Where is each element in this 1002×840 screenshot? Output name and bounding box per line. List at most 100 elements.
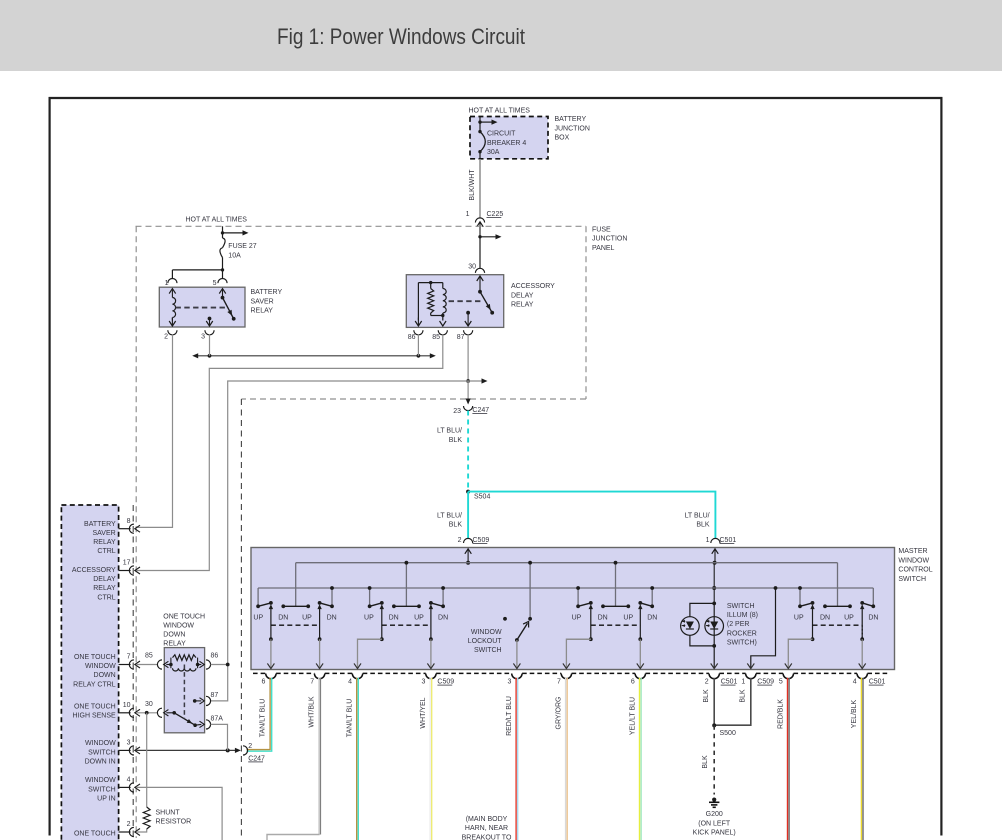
svg-text:SHUNT: SHUNT (156, 810, 181, 817)
svg-text:BREAKER 4: BREAKER 4 (487, 140, 526, 147)
svg-text:4: 4 (348, 679, 352, 686)
svg-text:S500: S500 (720, 730, 736, 737)
svg-text:UP: UP (572, 614, 582, 621)
svg-text:17: 17 (123, 560, 131, 567)
svg-text:BLK: BLK (449, 522, 463, 529)
svg-text:3: 3 (421, 679, 425, 686)
svg-text:BLK: BLK (449, 437, 463, 444)
svg-text:WINDOW: WINDOW (163, 622, 194, 629)
svg-text:C247: C247 (472, 407, 489, 414)
svg-text:HOT AT ALL TIMES: HOT AT ALL TIMES (186, 217, 248, 224)
svg-text:DN: DN (647, 614, 657, 621)
svg-text:(MAIN BODY: (MAIN BODY (466, 816, 508, 823)
svg-text:HOT AT ALL TIMES: HOT AT ALL TIMES (469, 108, 531, 115)
svg-text:HARN, NEAR: HARN, NEAR (465, 825, 508, 832)
svg-text:RELAY: RELAY (511, 302, 534, 309)
svg-text:RELAY: RELAY (93, 585, 116, 592)
svg-text:10: 10 (123, 702, 131, 709)
svg-text:85: 85 (432, 334, 440, 341)
svg-text:DELAY: DELAY (93, 576, 116, 583)
svg-text:23: 23 (453, 408, 461, 415)
svg-text:LT BLU/: LT BLU/ (437, 428, 462, 435)
svg-text:SAVER: SAVER (251, 298, 274, 305)
svg-text:YEL/LT BLU: YEL/LT BLU (629, 697, 636, 735)
svg-text:CONTROL: CONTROL (898, 567, 932, 574)
svg-text:7: 7 (557, 679, 561, 686)
svg-text:DOWN: DOWN (94, 672, 116, 679)
svg-text:Fig 1: Power Windows Circuit: Fig 1: Power Windows Circuit (277, 24, 525, 49)
svg-text:WINDOW: WINDOW (898, 557, 929, 564)
svg-text:UP: UP (302, 614, 312, 621)
svg-text:4: 4 (853, 679, 857, 686)
svg-text:LT BLU/: LT BLU/ (685, 513, 710, 520)
svg-text:4: 4 (127, 777, 131, 784)
svg-text:DN: DN (438, 614, 448, 621)
svg-text:CTRL: CTRL (97, 594, 115, 601)
svg-text:SWITCH: SWITCH (474, 647, 502, 654)
svg-text:YEL/BLK: YEL/BLK (851, 699, 858, 728)
svg-text:30A: 30A (487, 149, 500, 156)
svg-text:BLK: BLK (696, 522, 710, 529)
svg-text:BATTERY: BATTERY (555, 116, 587, 123)
svg-text:UP: UP (623, 614, 633, 621)
svg-text:BLK/WHT: BLK/WHT (469, 169, 476, 201)
svg-text:ONE TOUCH: ONE TOUCH (74, 831, 116, 838)
svg-text:ACCESSORY: ACCESSORY (72, 567, 116, 574)
svg-text:RED/BLK: RED/BLK (777, 699, 784, 729)
svg-text:SWITCH): SWITCH) (727, 640, 757, 647)
svg-text:UP: UP (794, 614, 804, 621)
svg-text:RELAY: RELAY (251, 308, 274, 315)
svg-text:C501: C501 (721, 679, 738, 686)
svg-text:2: 2 (164, 334, 168, 341)
svg-text:WINDOW: WINDOW (85, 740, 116, 747)
svg-text:5: 5 (213, 280, 217, 287)
svg-text:C501: C501 (720, 537, 737, 544)
svg-text:WINDOW: WINDOW (471, 629, 502, 636)
svg-text:RELAY: RELAY (93, 539, 116, 546)
svg-text:BLK: BLK (702, 755, 709, 769)
svg-text:RELAY CTRL: RELAY CTRL (73, 681, 116, 688)
svg-text:87: 87 (457, 334, 465, 341)
svg-text:1: 1 (741, 679, 745, 686)
svg-text:JUNCTION: JUNCTION (592, 236, 627, 243)
svg-text:FUSE 27: FUSE 27 (228, 243, 257, 250)
svg-text:BATTERY: BATTERY (251, 289, 283, 296)
svg-text:MASTER: MASTER (898, 548, 927, 555)
svg-text:87A: 87A (211, 715, 224, 722)
svg-text:CTRL: CTRL (97, 548, 115, 555)
svg-text:KICK PANEL): KICK PANEL) (693, 830, 736, 837)
svg-text:(ON LEFT: (ON LEFT (698, 820, 731, 827)
svg-text:CIRCUIT: CIRCUIT (487, 131, 516, 138)
svg-text:HIGH SENSE: HIGH SENSE (73, 712, 117, 719)
svg-text:C509: C509 (437, 679, 454, 686)
svg-text:86: 86 (408, 334, 416, 341)
svg-text:UP IN: UP IN (97, 795, 116, 802)
svg-text:LOCKOUT: LOCKOUT (468, 638, 503, 645)
svg-text:TAN/LT BLU: TAN/LT BLU (347, 699, 354, 738)
svg-text:FUSE: FUSE (592, 226, 611, 233)
svg-text:2: 2 (458, 537, 462, 544)
svg-text:BATTERY: BATTERY (84, 521, 116, 528)
svg-text:DN: DN (868, 614, 878, 621)
svg-text:DN: DN (598, 614, 608, 621)
svg-text:DN: DN (327, 614, 337, 621)
svg-text:(2 PER: (2 PER (727, 621, 750, 628)
svg-text:10A: 10A (228, 252, 241, 259)
svg-text:7: 7 (127, 654, 131, 661)
svg-text:SWITCH: SWITCH (88, 749, 116, 756)
svg-text:BLK: BLK (703, 689, 710, 703)
svg-text:BLK: BLK (740, 689, 747, 703)
svg-text:RED/LT BLU: RED/LT BLU (506, 696, 513, 736)
svg-text:WHT/YEL: WHT/YEL (420, 697, 427, 728)
svg-text:ACCESSORY: ACCESSORY (511, 283, 555, 290)
svg-text:DOWN: DOWN (163, 631, 185, 638)
svg-text:8: 8 (127, 518, 131, 525)
svg-text:ONE TOUCH: ONE TOUCH (74, 703, 116, 710)
svg-text:C225: C225 (487, 211, 504, 218)
svg-text:WINDOW: WINDOW (85, 663, 116, 670)
svg-text:87: 87 (211, 692, 219, 699)
svg-text:S504: S504 (474, 494, 490, 501)
svg-text:ILLUM (8): ILLUM (8) (727, 612, 758, 619)
svg-text:3: 3 (507, 679, 511, 686)
svg-text:BOX: BOX (555, 135, 570, 142)
